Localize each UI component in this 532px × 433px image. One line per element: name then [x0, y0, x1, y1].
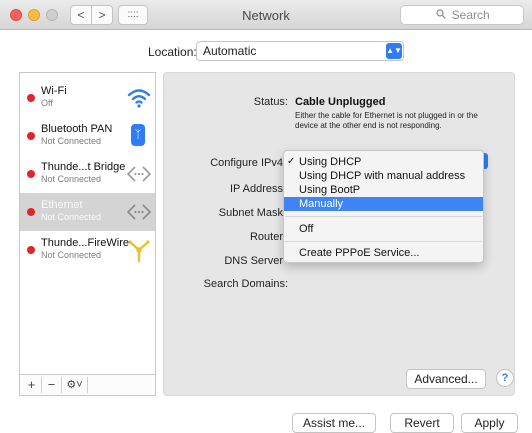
ethernet-arrows-icon	[125, 198, 153, 226]
menu-separator	[285, 216, 482, 217]
search-domains-label: Search Domains:	[203, 278, 288, 290]
ip-address-label: IP Address	[230, 183, 283, 195]
service-item-bluetooth-pan[interactable]: Bluetooth PAN Not Connected ᛉ	[20, 117, 155, 155]
menu-item-off[interactable]: Off	[284, 222, 483, 236]
subnet-mask-label: Subnet Mask	[218, 207, 283, 219]
service-name: Bluetooth PAN	[41, 123, 113, 135]
checkmark-icon: ✓	[287, 156, 296, 167]
menu-item-label: Manually	[299, 198, 344, 210]
ethernet-arrows-icon	[125, 160, 153, 188]
status-dot-icon	[27, 208, 35, 216]
service-status: Not Connected	[41, 136, 102, 146]
menu-item-bootp[interactable]: Using BootP	[284, 183, 483, 197]
menu-separator	[285, 241, 482, 242]
search-placeholder: Search	[451, 8, 490, 22]
location-value: Automatic	[203, 44, 257, 58]
service-list: Wi-Fi Off Bluetooth PAN Not Connected ᛉ …	[19, 72, 156, 375]
status-description: Either the cable for Ethernet is not plu…	[295, 111, 478, 130]
status-dot-icon	[27, 170, 35, 178]
service-name: Wi-Fi	[41, 85, 67, 97]
select-arrows-icon: ▲▼	[386, 43, 402, 59]
configure-ipv4-label: Configure IPv4	[210, 157, 283, 169]
location-label: Location:	[148, 45, 197, 59]
location-select[interactable]: Automatic ▲▼	[196, 41, 404, 61]
service-item-ethernet[interactable]: Ethernet Not Connected	[20, 193, 155, 231]
search-field[interactable]: Search	[400, 5, 524, 25]
service-item-thunderbolt-firewire[interactable]: Thunde...FireWire Not Connected	[20, 231, 155, 269]
service-status: Off	[41, 98, 53, 108]
menu-item-label: Create PPPoE Service...	[299, 247, 420, 259]
service-name: Ethernet	[41, 199, 83, 211]
apply-button[interactable]: Apply	[461, 413, 518, 433]
menu-item-manually[interactable]: Manually	[284, 197, 483, 211]
service-list-controls: + − ⚙˅	[19, 375, 156, 396]
wifi-icon	[125, 84, 153, 112]
configure-ipv4-menu: ✓ Using DHCP Using DHCP with manual addr…	[283, 150, 484, 263]
menu-item-dhcp-manual[interactable]: Using DHCP with manual address	[284, 169, 483, 183]
magnifier-icon	[434, 6, 448, 24]
remove-service-button[interactable]: −	[42, 377, 62, 393]
status-dot-icon	[27, 94, 35, 102]
bluetooth-icon: ᛉ	[131, 124, 145, 146]
menu-item-label: Using DHCP	[299, 156, 362, 168]
assist-me-button[interactable]: Assist me...	[292, 413, 376, 433]
service-status: Not Connected	[41, 212, 102, 222]
router-label: Router	[249, 231, 283, 243]
service-item-thunderbolt-bridge[interactable]: Thunde...t Bridge Not Connected	[20, 155, 155, 193]
window-titlebar: < > :::: Network Search	[0, 0, 532, 30]
revert-button[interactable]: Revert	[390, 413, 454, 433]
dns-server-label: DNS Server	[224, 255, 283, 267]
menu-item-label: Using DHCP with manual address	[299, 170, 466, 182]
status-value: Cable Unplugged	[295, 96, 386, 108]
menu-item-using-dhcp[interactable]: ✓ Using DHCP	[284, 155, 483, 169]
menu-item-label: Using BootP	[299, 184, 361, 196]
firewire-icon	[125, 236, 153, 264]
advanced-button[interactable]: Advanced...	[406, 369, 486, 389]
service-status: Not Connected	[41, 174, 102, 184]
service-name: Thunde...FireWire	[41, 237, 130, 249]
service-actions-button[interactable]: ⚙˅	[62, 377, 88, 393]
add-service-button[interactable]: +	[22, 377, 42, 393]
menu-item-create-pppoe[interactable]: Create PPPoE Service...	[284, 246, 483, 260]
status-dot-icon	[27, 132, 35, 140]
menu-item-label: Off	[299, 223, 314, 235]
status-label: Status:	[253, 96, 288, 108]
status-dot-icon	[27, 246, 35, 254]
help-button[interactable]: ?	[496, 369, 514, 387]
service-status: Not Connected	[41, 250, 102, 260]
service-name: Thunde...t Bridge	[41, 161, 126, 173]
service-item-wifi[interactable]: Wi-Fi Off	[20, 79, 155, 117]
